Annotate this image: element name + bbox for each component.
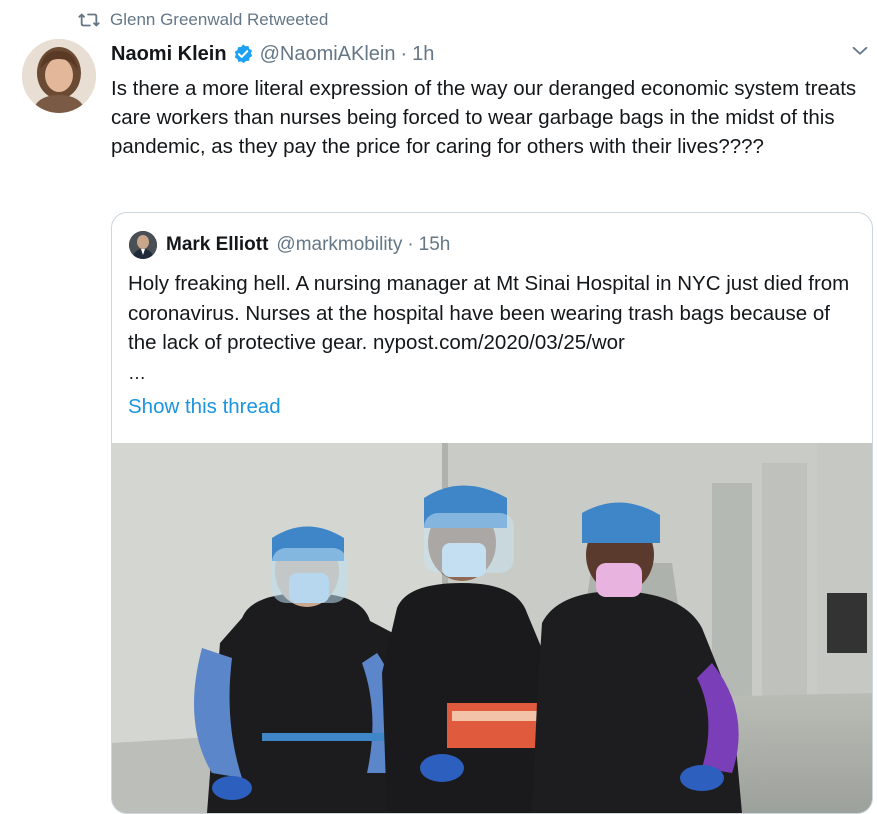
verified-badge-icon [234, 44, 252, 64]
tweet-header: Naomi Klein @NaomiAKlein · 1h [111, 40, 877, 68]
quoted-author-name[interactable]: Mark Elliott [166, 234, 268, 256]
show-thread-link[interactable]: Show this thread [128, 395, 281, 419]
retweet-icon [78, 13, 100, 27]
tweet-text: Is there a more literal expression of th… [111, 77, 857, 158]
avatar[interactable] [22, 39, 96, 113]
quoted-timestamp[interactable]: 15h [419, 234, 451, 256]
quoted-author-handle[interactable]: @markmobility [276, 234, 402, 256]
retweet-context[interactable]: Glenn Greenwald Retweeted [78, 8, 328, 32]
chevron-down-icon[interactable] [849, 40, 871, 62]
retweet-label: Glenn Greenwald Retweeted [110, 10, 329, 29]
separator-dot: · [400, 42, 408, 65]
tweet-timestamp[interactable]: 1h [412, 43, 434, 66]
author-handle[interactable]: @NaomiAKlein [260, 43, 396, 66]
quoted-tweet-header: Mark Elliott @markmobility · 15h [129, 231, 450, 259]
quoted-tweet-text: Holy freaking hell. A nursing manager at… [128, 272, 850, 354]
quoted-ellipsis: … [128, 363, 146, 383]
quoted-avatar-image [129, 231, 157, 259]
author-name[interactable]: Naomi Klein [111, 43, 227, 66]
avatar-image [22, 39, 96, 113]
quoted-separator-dot: · [407, 234, 414, 255]
quoted-tweet[interactable]: Mark Elliott @markmobility · 15h Holy fr… [111, 212, 873, 814]
quoted-avatar[interactable] [129, 231, 157, 259]
tweet-photo[interactable] [112, 443, 872, 813]
